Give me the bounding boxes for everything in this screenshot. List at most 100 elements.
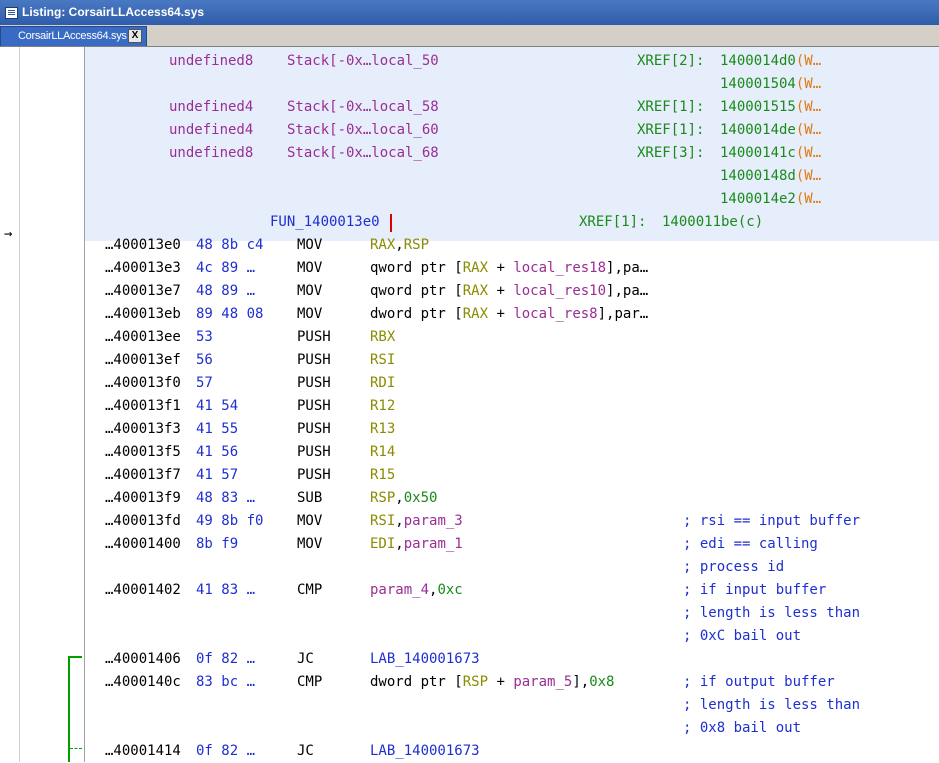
stack-var-location: Stack[-0x…local_60 xyxy=(287,122,439,138)
instruction-operands[interactable]: qword ptr [RAX + local_res10],pa… xyxy=(370,280,648,303)
instruction-comment: ; 0xC bail out xyxy=(683,628,802,644)
instruction-mnemonic: MOV xyxy=(297,536,323,552)
instruction-bytes: 48 8b c4 xyxy=(196,237,264,253)
instruction-bytes: 8b f9 xyxy=(196,536,239,552)
xref-label: XREF[1]: xyxy=(637,122,705,138)
xref-label: XREF[1]: xyxy=(637,99,705,115)
code-listing[interactable]: undefined8 Stack[-0x…local_50 XREF[2]: 1400… xyxy=(85,47,939,762)
listing-panel: → undefined8 Stack[-0x…local_50 XREF[2]: 14… xyxy=(0,47,939,762)
instruction-operands[interactable]: RAX,RSP xyxy=(370,234,429,257)
window-title: Listing: CorsairLLAccess64.sys xyxy=(22,5,205,19)
instruction-operands[interactable]: RSI xyxy=(370,349,395,372)
instruction-bytes: 41 54 xyxy=(196,398,239,414)
instruction-address: …400013f0 xyxy=(105,375,181,391)
instruction-operands[interactable]: qword ptr [RAX + local_res18],pa… xyxy=(370,257,648,280)
cursor-gutter: → xyxy=(0,47,20,762)
tab-bar: CorsairLLAccess64.sys X xyxy=(0,25,939,47)
instruction-address: …4000140c xyxy=(105,674,181,690)
instruction-operands[interactable]: RSP,0x50 xyxy=(370,487,437,510)
xref-address[interactable]: 1400014d0(W… xyxy=(720,50,821,73)
close-icon[interactable]: X xyxy=(128,29,142,43)
instruction-operands[interactable]: param_4,0xc xyxy=(370,579,463,602)
function-label: FUN_1400013e0 xyxy=(270,214,380,230)
instruction-mnemonic: MOV xyxy=(297,237,323,253)
instruction-operands[interactable]: R14 xyxy=(370,441,395,464)
instruction-mnemonic: CMP xyxy=(297,582,323,598)
instruction-operands[interactable]: RSI,param_3 xyxy=(370,510,463,533)
instruction-bytes: 41 57 xyxy=(196,467,239,483)
instruction-comment: ; rsi == input buffer xyxy=(683,513,861,529)
instruction-comment: ; edi == calling xyxy=(683,536,818,552)
stack-var-type: undefined8 xyxy=(169,53,254,69)
instruction-address: …400013eb xyxy=(105,306,181,322)
xref-address[interactable]: 1400014e2(W… xyxy=(720,188,821,211)
stack-var-location: Stack[-0x…local_68 xyxy=(287,145,439,161)
instruction-bytes: 0f 82 … xyxy=(196,651,256,667)
instruction-bytes: 83 bc … xyxy=(196,674,256,690)
instruction-mnemonic: MOV xyxy=(297,513,323,529)
instruction-mnemonic: MOV xyxy=(297,260,323,276)
instruction-address: …400013e3 xyxy=(105,260,181,276)
stack-var-type: undefined4 xyxy=(169,122,254,138)
stack-var-location: Stack[-0x…local_58 xyxy=(287,99,439,115)
instruction-operands[interactable]: LAB_140001673 xyxy=(370,740,480,763)
instruction-comment: ; length is less than xyxy=(683,697,861,713)
instruction-address: …400013ef xyxy=(105,352,181,368)
stack-var-type: undefined8 xyxy=(169,145,254,161)
instruction-operands[interactable]: dword ptr [RAX + local_res8],par… xyxy=(370,303,648,326)
stack-var-location: Stack[-0x…local_50 xyxy=(287,53,439,69)
instruction-mnemonic: PUSH xyxy=(297,398,331,414)
instruction-bytes: 41 83 … xyxy=(196,582,256,598)
instruction-mnemonic: PUSH xyxy=(297,421,331,437)
instruction-comment: ; if output buffer xyxy=(683,674,835,690)
instruction-address: …400013f9 xyxy=(105,490,181,506)
instruction-comment: ; length is less than xyxy=(683,605,861,621)
instruction-address: …40001402 xyxy=(105,582,181,598)
tab-corsairllaccess64[interactable]: CorsairLLAccess64.sys X xyxy=(0,26,147,46)
instruction-bytes: 48 89 … xyxy=(196,283,256,299)
instruction-bytes: 89 48 08 xyxy=(196,306,264,322)
instruction-mnemonic: PUSH xyxy=(297,329,331,345)
instruction-address: …400013ee xyxy=(105,329,181,345)
instruction-bytes: 53 xyxy=(196,329,213,345)
instruction-address: …400013f1 xyxy=(105,398,181,414)
instruction-mnemonic: PUSH xyxy=(297,444,331,460)
instruction-operands[interactable]: RBX xyxy=(370,326,395,349)
instruction-mnemonic: MOV xyxy=(297,283,323,299)
flow-arrow-dash xyxy=(70,748,82,749)
instruction-address: …400013e0 xyxy=(105,237,181,253)
instruction-operands[interactable]: R15 xyxy=(370,464,395,487)
window-titlebar: Listing: CorsairLLAccess64.sys xyxy=(0,0,939,25)
arrow-right-icon: → xyxy=(4,226,13,242)
instruction-mnemonic: CMP xyxy=(297,674,323,690)
instruction-operands[interactable]: R13 xyxy=(370,418,395,441)
xref-address[interactable]: 14000148d(W… xyxy=(720,165,821,188)
instruction-mnemonic: PUSH xyxy=(297,467,331,483)
flow-arrow-stub xyxy=(68,656,82,658)
xref-address[interactable]: 14000141c(W… xyxy=(720,142,821,165)
instruction-bytes: 48 83 … xyxy=(196,490,256,506)
instruction-operands[interactable]: RDI xyxy=(370,372,395,395)
instruction-address: …40001414 xyxy=(105,743,181,759)
instruction-operands[interactable]: dword ptr [RSP + param_5],0x8 xyxy=(370,671,614,694)
instruction-operands[interactable]: LAB_140001673 xyxy=(370,648,480,671)
xref-address[interactable]: 140001515(W… xyxy=(720,96,821,119)
instruction-bytes: 41 56 xyxy=(196,444,239,460)
tab-label: CorsairLLAccess64.sys xyxy=(18,30,127,42)
xref-address[interactable]: 1400014de(W… xyxy=(720,119,821,142)
instruction-operands[interactable]: R12 xyxy=(370,395,395,418)
instruction-operands[interactable]: EDI,param_1 xyxy=(370,533,463,556)
instruction-address: …400013e7 xyxy=(105,283,181,299)
instruction-bytes: 56 xyxy=(196,352,213,368)
instruction-mnemonic: SUB xyxy=(297,490,323,506)
xref-address[interactable]: 140001504(W… xyxy=(720,73,821,96)
xref-label: XREF[2]: xyxy=(637,53,705,69)
instruction-bytes: 4c 89 … xyxy=(196,260,256,276)
instruction-address: …40001406 xyxy=(105,651,181,667)
instruction-bytes: 0f 82 … xyxy=(196,743,256,759)
instruction-mnemonic: JC xyxy=(297,651,314,667)
instruction-bytes: 57 xyxy=(196,375,213,391)
stack-var-type: undefined4 xyxy=(169,99,254,115)
text-cursor xyxy=(390,214,392,232)
instruction-mnemonic: MOV xyxy=(297,306,323,322)
